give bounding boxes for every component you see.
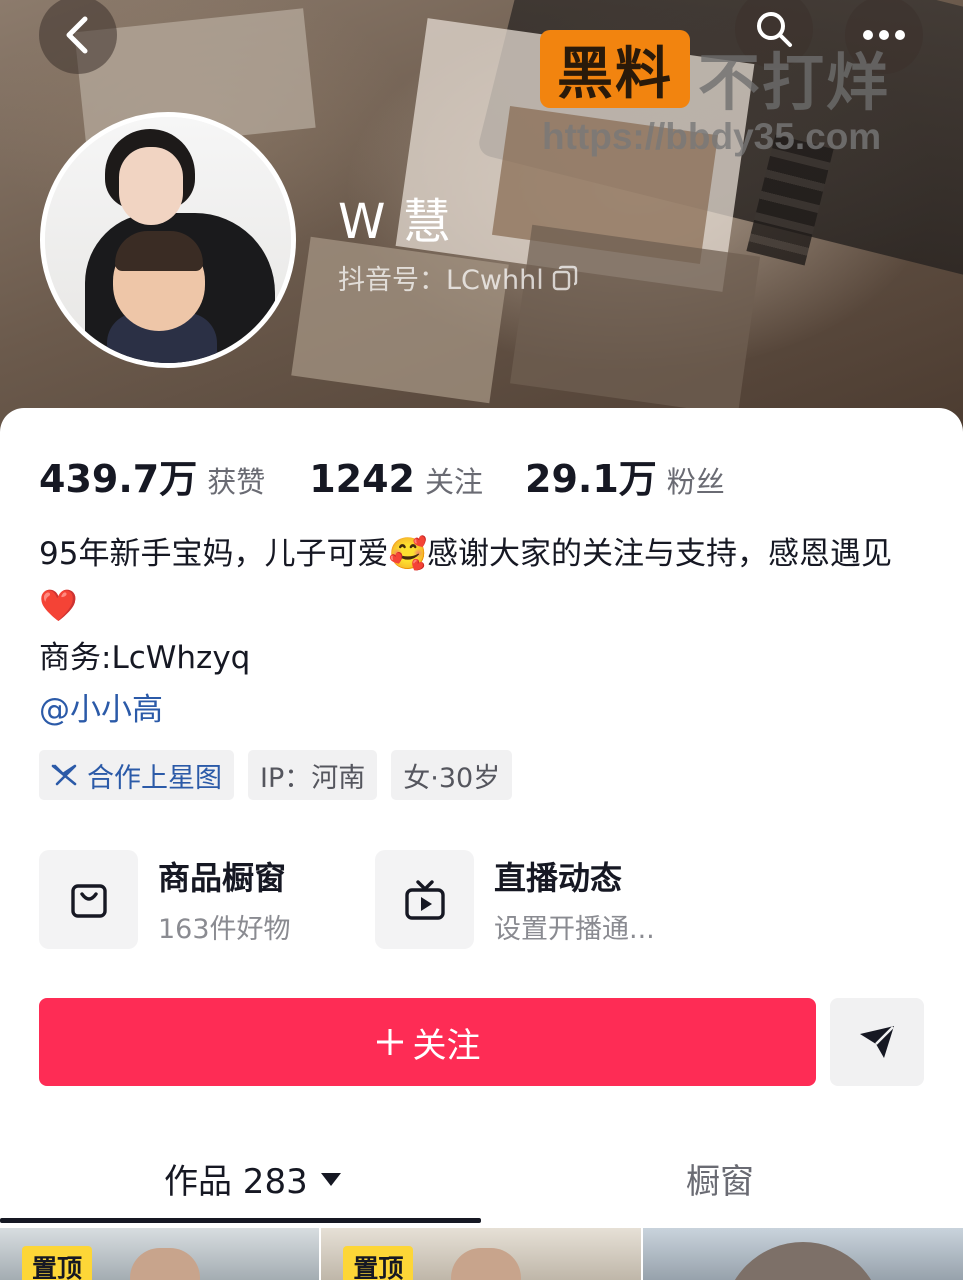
caret-down-icon[interactable] [320,1171,342,1187]
send-message-button[interactable] [830,998,924,1086]
follow-label: 关注 [412,1025,481,1066]
profile-banner: 黑料 不打烊 https://bbdy35.com W 慧 抖音号：LCwhhl [0,0,963,440]
video-thumbnail[interactable]: 置顶 [321,1228,641,1280]
back-arrow-icon [66,16,88,54]
banner-decoration [509,224,761,416]
shop-window-title: 商品橱窗 [158,859,287,897]
live-dynamics-subtitle: 设置开播通... [494,914,655,945]
live-dynamics-entry[interactable]: 直播动态 设置开播通... [375,850,655,949]
bio-mention-link[interactable]: @小小高 [39,684,919,736]
watermark-url: https://bbdy35.com [542,116,882,157]
watermark-badge: 黑料 [540,30,690,108]
pinned-badge: 置顶 [343,1246,414,1280]
following-label[interactable]: 关注 [425,459,483,501]
live-icon-box [375,850,474,949]
ip-location-tag: IP：河南 [248,750,378,800]
tab-works[interactable]: 作品 283 [164,1154,342,1203]
following-count[interactable]: 1242 [309,457,415,501]
star-map-icon [51,764,77,786]
likes-count: 439.7万 [39,457,198,501]
douyin-id-text: 抖音号：LCwhhl [338,265,544,296]
douyin-id[interactable]: 抖音号：LCwhhl [338,258,578,297]
content-tabs: 作品 283 橱窗 [0,1148,963,1228]
plus-icon [376,1029,403,1055]
follow-button[interactable]: 关注 [39,998,816,1086]
profile-tags: 合作上星图 IP：河南 女·30岁 [39,750,513,800]
tv-play-icon [404,879,445,920]
avatar[interactable] [40,112,296,368]
tab-works-label: 作品 283 [164,1162,308,1202]
watermark: 黑料 不打烊 https://bbdy35.com [540,30,950,160]
video-thumbnail[interactable] [642,1228,963,1280]
gender-age-tag: 女·30岁 [391,750,513,800]
followers-label[interactable]: 粉丝 [667,459,725,501]
watermark-text: 不打烊 [698,46,891,119]
star-map-tag[interactable]: 合作上星图 [39,750,234,800]
profile-card: 439.7万 获赞 1242 关注 29.1万 粉丝 95年新手宝妈，儿子可爱🥰… [0,408,963,1280]
star-map-label: 合作上星图 [87,762,222,794]
stats-row: 439.7万 获赞 1242 关注 29.1万 粉丝 [39,448,725,503]
profile-bio: 95年新手宝妈，儿子可爱🥰感谢大家的关注与支持，感恩遇见❤️ 商务:LcWhzy… [39,528,919,736]
likes-label: 获赞 [207,465,266,499]
send-arrow-icon [860,1026,894,1058]
shop-window-subtitle: 163件好物 [158,914,291,945]
active-tab-indicator [0,1218,481,1223]
profile-nickname: W 慧 [338,194,452,250]
shop-window-entry[interactable]: 商品橱窗 163件好物 [39,850,291,949]
pinned-badge: 置顶 [22,1246,93,1280]
video-thumbnail[interactable]: 置顶 [0,1228,320,1280]
live-dynamics-title: 直播动态 [494,859,623,897]
shopping-bag-icon [70,883,107,918]
bio-line: 95年新手宝妈，儿子可爱🥰感谢大家的关注与支持，感恩遇见❤️ [39,536,893,624]
followers-count[interactable]: 29.1万 [525,448,657,503]
copy-icon[interactable] [552,265,578,291]
bio-line: 商务:LcWhzyq [39,640,251,676]
tab-shop-window[interactable]: 橱窗 [686,1154,754,1203]
video-grid: 置顶 置顶 [0,1228,963,1280]
shop-icon-box [39,850,138,949]
